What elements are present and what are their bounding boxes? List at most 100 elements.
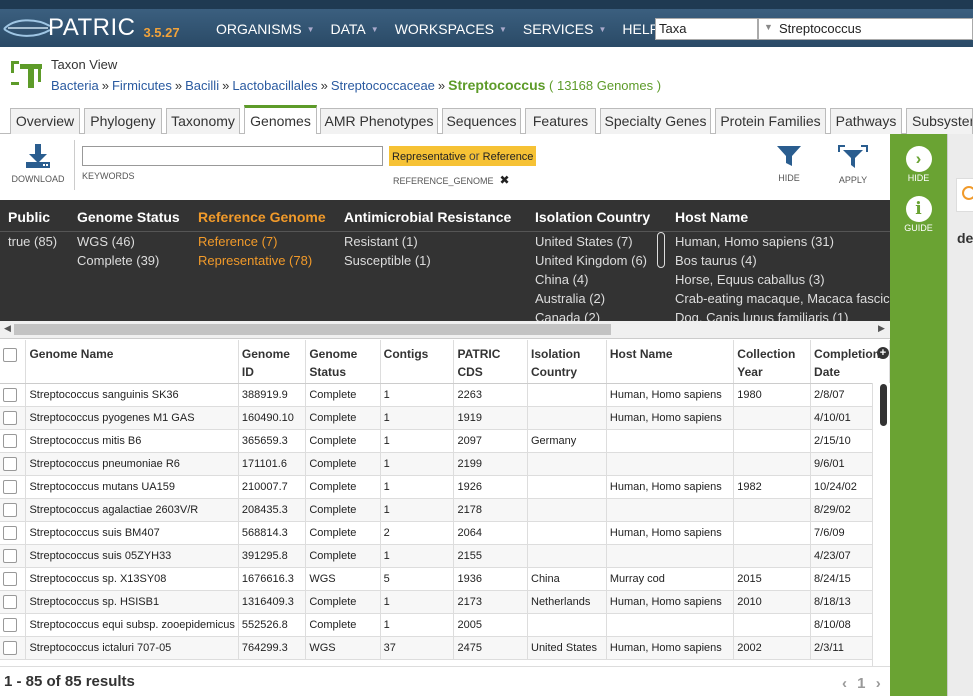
tab-subsystems[interactable]: Subsystems bbox=[906, 108, 973, 134]
col-completion-date[interactable]: Completion Date bbox=[810, 340, 890, 384]
search-input[interactable]: ▼ Streptococcus bbox=[758, 18, 973, 40]
row-select-cell[interactable] bbox=[0, 452, 27, 476]
close-icon[interactable]: ✖ bbox=[500, 173, 510, 187]
table-row[interactable]: Streptococcus suis 05ZYH33 391295.8 Comple… bbox=[0, 544, 890, 568]
facet-value[interactable]: Horse, Equus caballus (3) bbox=[675, 270, 890, 289]
row-select-cell[interactable] bbox=[0, 406, 27, 430]
grid-scroll-thumb[interactable] bbox=[880, 384, 887, 426]
checkbox[interactable] bbox=[3, 548, 17, 563]
facet-value[interactable]: Resistant (1) bbox=[344, 232, 511, 251]
table-row[interactable]: Streptococcus equi subsp. zooepidemicus 5… bbox=[0, 613, 890, 637]
facet-title[interactable]: Reference Genome bbox=[198, 200, 326, 232]
genome-name-cell[interactable]: Streptococcus agalactiae 2603V/R bbox=[25, 498, 239, 522]
search-type-select[interactable]: Taxa bbox=[655, 18, 758, 40]
next-page-icon[interactable]: › bbox=[876, 675, 881, 692]
facet-value[interactable]: Dog, Canis lupus familiaris (1) bbox=[675, 308, 890, 321]
tab-overview[interactable]: Overview bbox=[10, 108, 80, 134]
col-genome-status[interactable]: Genome Status bbox=[305, 340, 381, 384]
checkbox[interactable] bbox=[3, 479, 17, 494]
breadcrumb-bacteria[interactable]: Bacteria bbox=[51, 78, 99, 93]
checkbox[interactable] bbox=[3, 502, 17, 517]
tab-protein-families[interactable]: Protein Families bbox=[715, 108, 826, 134]
facet-value[interactable]: Representative (78) bbox=[198, 251, 326, 270]
patric-logo[interactable]: PATRIC 3.5.27 bbox=[2, 13, 180, 43]
row-select-cell[interactable] bbox=[0, 613, 27, 637]
breadcrumb-firmicutes[interactable]: Firmicutes bbox=[112, 78, 172, 93]
scroll-right-icon[interactable]: ▶ bbox=[878, 323, 885, 334]
row-select-cell[interactable] bbox=[0, 567, 27, 591]
facet-title[interactable]: Isolation Country bbox=[535, 200, 650, 232]
facet-value[interactable]: Reference (7) bbox=[198, 232, 326, 251]
download-button[interactable]: DOWNLOAD bbox=[11, 143, 65, 184]
breadcrumb-lactobacillales[interactable]: Lactobacillales bbox=[232, 78, 317, 93]
facet-value[interactable]: Canada (2) bbox=[535, 308, 650, 321]
row-select-cell[interactable] bbox=[0, 475, 27, 499]
genome-name-cell[interactable]: Streptococcus suis BM407 bbox=[25, 521, 239, 545]
row-select-cell[interactable] bbox=[0, 590, 27, 614]
genome-name-cell[interactable]: Streptococcus mitis B6 bbox=[25, 429, 239, 453]
checkbox[interactable] bbox=[3, 410, 17, 425]
checkbox[interactable] bbox=[3, 594, 17, 609]
row-select-cell[interactable] bbox=[0, 636, 27, 660]
prev-page-icon[interactable]: ‹ bbox=[842, 675, 847, 692]
tab-features[interactable]: Features bbox=[525, 108, 596, 134]
grid-vertical-scrollbar[interactable] bbox=[872, 383, 890, 666]
hide-filter-button[interactable]: HIDE bbox=[770, 144, 808, 183]
nav-data[interactable]: DATA ▼ bbox=[331, 21, 379, 37]
facet-value[interactable]: United States (7) bbox=[535, 232, 650, 251]
table-row[interactable]: Streptococcus ictaluri 707-05 764299.3 WGS… bbox=[0, 636, 890, 660]
table-row[interactable]: Streptococcus sp. HSISB1 1316409.3 Complet… bbox=[0, 590, 890, 614]
facet-value[interactable]: true (85) bbox=[8, 232, 57, 251]
genome-name-cell[interactable]: Streptococcus sp. HSISB1 bbox=[25, 590, 239, 614]
genome-name-cell[interactable]: Streptococcus equi subsp. zooepidemicus bbox=[25, 613, 239, 637]
genome-name-cell[interactable]: Streptococcus sanguinis SK36 bbox=[25, 383, 239, 407]
facet-value[interactable]: Crab-eating macaque, Macaca fascicularis bbox=[675, 289, 890, 308]
col-collection-year[interactable]: Collection Year bbox=[733, 340, 812, 384]
tab-genomes[interactable]: Genomes bbox=[244, 105, 317, 135]
tab-phylogeny[interactable]: Phylogeny bbox=[84, 108, 162, 134]
facet-value[interactable]: WGS (46) bbox=[77, 232, 180, 251]
horizontal-scrollbar[interactable]: ◀ ▶ bbox=[0, 321, 890, 339]
col-isolation-country[interactable]: Isolation Country bbox=[527, 340, 607, 384]
table-row[interactable]: Streptococcus pneumoniae R6 171101.6 Compl… bbox=[0, 452, 890, 476]
facet-scrollbar[interactable] bbox=[657, 232, 665, 268]
scroll-thumb[interactable] bbox=[14, 324, 611, 335]
checkbox[interactable] bbox=[3, 617, 17, 632]
genome-name-cell[interactable]: Streptococcus suis 05ZYH33 bbox=[25, 544, 239, 568]
checkbox[interactable] bbox=[3, 456, 17, 471]
filter-chip[interactable]: Representative or Reference bbox=[389, 146, 537, 166]
nav-services[interactable]: SERVICES ▼ bbox=[523, 21, 606, 37]
tab-pathways[interactable]: Pathways bbox=[830, 108, 902, 134]
row-select-cell[interactable] bbox=[0, 498, 27, 522]
row-select-cell[interactable] bbox=[0, 429, 27, 453]
breadcrumb-bacilli[interactable]: Bacilli bbox=[185, 78, 219, 93]
row-select-cell[interactable] bbox=[0, 521, 27, 545]
table-row[interactable]: Streptococcus agalactiae 2603V/R 208435.3… bbox=[0, 498, 890, 522]
table-row[interactable]: Streptococcus mutans UA159 210007.7 Comple… bbox=[0, 475, 890, 499]
checkbox[interactable] bbox=[3, 387, 17, 402]
facet-title[interactable]: Public bbox=[8, 200, 57, 232]
row-select-cell[interactable] bbox=[0, 544, 27, 568]
scroll-left-icon[interactable]: ◀ bbox=[4, 323, 11, 334]
guide-button[interactable]: i GUIDE bbox=[890, 196, 947, 233]
genome-name-cell[interactable]: Streptococcus mutans UA159 bbox=[25, 475, 239, 499]
checkbox[interactable] bbox=[3, 525, 17, 540]
table-row[interactable]: Streptococcus mitis B6 365659.3 Complete 1 2… bbox=[0, 429, 890, 453]
facet-title[interactable]: Host Name bbox=[675, 200, 890, 232]
table-row[interactable]: Streptococcus sanguinis SK36 388919.9 Comp… bbox=[0, 383, 890, 407]
nav-organisms[interactable]: ORGANISMS ▼ bbox=[216, 21, 315, 37]
tab-amr-phenotypes[interactable]: AMR Phenotypes bbox=[320, 108, 438, 134]
apply-filter-button[interactable]: APPLY bbox=[833, 144, 873, 185]
table-row[interactable]: Streptococcus pyogenes M1 GAS 160490.10 Co… bbox=[0, 406, 890, 430]
facet-title[interactable]: Antimicrobial Resistance bbox=[344, 200, 511, 232]
row-select-cell[interactable] bbox=[0, 383, 27, 407]
col-contigs[interactable]: Contigs bbox=[380, 340, 455, 384]
facet-value[interactable]: Susceptible (1) bbox=[344, 251, 511, 270]
genome-name-cell[interactable]: Streptococcus pyogenes M1 GAS bbox=[25, 406, 239, 430]
table-row[interactable]: Streptococcus sp. X13SY08 1676616.3 WGS 5 19… bbox=[0, 567, 890, 591]
tab-sequences[interactable]: Sequences bbox=[442, 108, 521, 134]
checkbox[interactable] bbox=[3, 571, 17, 586]
keywords-input[interactable] bbox=[82, 146, 383, 166]
facet-title[interactable]: Genome Status bbox=[77, 200, 180, 232]
tab-specialty-genes[interactable]: Specialty Genes bbox=[600, 108, 711, 134]
